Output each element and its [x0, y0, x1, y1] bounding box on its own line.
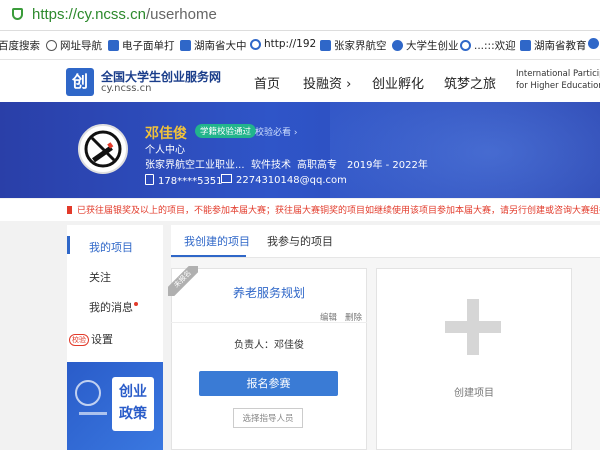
level-text: 高职高专 [297, 160, 337, 171]
doc-icon [520, 40, 531, 51]
bookmark-more[interactable] [588, 38, 599, 49]
signup-button[interactable]: 报名参赛 [199, 371, 338, 396]
project-title[interactable]: 养老服务规划 [171, 284, 367, 301]
create-project-card[interactable] [376, 268, 572, 450]
bookmark-nav[interactable]: 网址导航 [46, 38, 102, 53]
sidebar-item-my-projects[interactable]: 我的项目 [89, 239, 133, 255]
bookmark-welcome[interactable]: ...:::欢迎 [460, 38, 516, 53]
nav-home[interactable]: 首页 [254, 73, 280, 92]
doc-icon [180, 40, 191, 51]
no-smoking-icon [84, 130, 122, 168]
plus-icon-bar [445, 321, 501, 333]
link-icon [460, 40, 471, 51]
url-text[interactable]: https://cy.ncss.cn/userhome [32, 6, 217, 23]
bookmark-baidu[interactable]: 百度搜索 [0, 38, 40, 53]
sidebar-item-follow[interactable]: 关注 [89, 269, 111, 285]
notice-text: 已获往届银奖及以上的项目，不能参加本届大赛；获往届大赛铜奖的项目如继续使用该项目… [77, 206, 600, 216]
link-icon [250, 38, 261, 50]
app-icon [108, 40, 119, 51]
email-field: 2274310148@qq.com [221, 174, 347, 186]
policy-label: 创业 政策 [112, 377, 154, 431]
project-leader: 负责人：邓佳俊 [234, 340, 304, 351]
unread-dot [134, 302, 138, 306]
mail-icon [221, 174, 232, 183]
bookmark-ip[interactable]: http://192 [250, 38, 316, 50]
status-badge: 学籍校验通过 [195, 124, 257, 138]
active-tab-underline [171, 255, 246, 257]
site-logo[interactable]: 创 [66, 68, 94, 96]
create-project-label[interactable]: 创建项目 [376, 384, 572, 399]
bookmark-zhangjiajie[interactable]: 张家界航空 [320, 38, 387, 53]
decor-line [79, 412, 107, 415]
verify-tag-icon: 校验 [69, 334, 89, 346]
tab-joined-projects[interactable]: 我参与的项目 [267, 233, 333, 249]
tab-created-projects[interactable]: 我创建的项目 [184, 233, 250, 249]
nav-incubation[interactable]: 创业孵化 [372, 73, 424, 92]
bookmark-waybill[interactable]: 电子面单打 [108, 38, 175, 53]
phone-field: 178****5351 [145, 174, 223, 187]
brand-domain: cy.ncss.cn [101, 83, 152, 94]
bookmarks-bar: 百度搜索 网址导航 电子面单打 湖南省大中 http://192 张家界航空 大… [0, 31, 600, 60]
bookmark-entrepreneur[interactable]: 大学生创业 [392, 38, 459, 53]
verify-link[interactable]: 校验必看 › [255, 125, 297, 138]
paw-icon [392, 40, 403, 51]
major-text: 软件技术 [251, 160, 291, 171]
address-bar[interactable]: https://cy.ncss.cn/userhome [0, 0, 600, 31]
doc-icon [320, 40, 331, 51]
sidebar-item-messages[interactable]: 我的消息 [89, 299, 138, 315]
decor-circle [75, 380, 101, 406]
personal-center-label: 个人中心 [145, 145, 185, 156]
nav-dream-tour[interactable]: 筑梦之旅 [444, 73, 496, 92]
user-name: 邓佳俊 [145, 126, 187, 142]
years-text: 2019年 - 2022年 [347, 160, 428, 171]
intl-link[interactable]: International Participantfor Higher Educ… [516, 68, 600, 92]
avatar[interactable] [78, 124, 128, 174]
select-mentor-button[interactable]: 选择指导人员 [233, 408, 303, 428]
speaker-icon [67, 206, 72, 214]
globe-icon [46, 40, 57, 51]
notice-bar: 已获往届银奖及以上的项目，不能参加本届大赛；获往届大赛铜奖的项目如继续使用该项目… [0, 199, 600, 221]
school-text: 张家界航空工业职业... [145, 160, 245, 171]
card-divider [171, 322, 367, 323]
paw-icon [588, 38, 599, 49]
phone-icon [145, 174, 154, 185]
bookmark-hunan-college[interactable]: 湖南省大中 [180, 38, 247, 53]
secure-lock-icon [12, 8, 23, 20]
policy-promo-banner[interactable]: 创业 政策 [67, 362, 163, 450]
nav-investment[interactable]: 投融资 › [303, 73, 351, 92]
sidebar-active-indicator [67, 236, 70, 254]
bookmark-hunan-edu[interactable]: 湖南省教育 [520, 38, 587, 53]
sidebar-item-settings[interactable]: 校验 设置 [69, 331, 113, 347]
